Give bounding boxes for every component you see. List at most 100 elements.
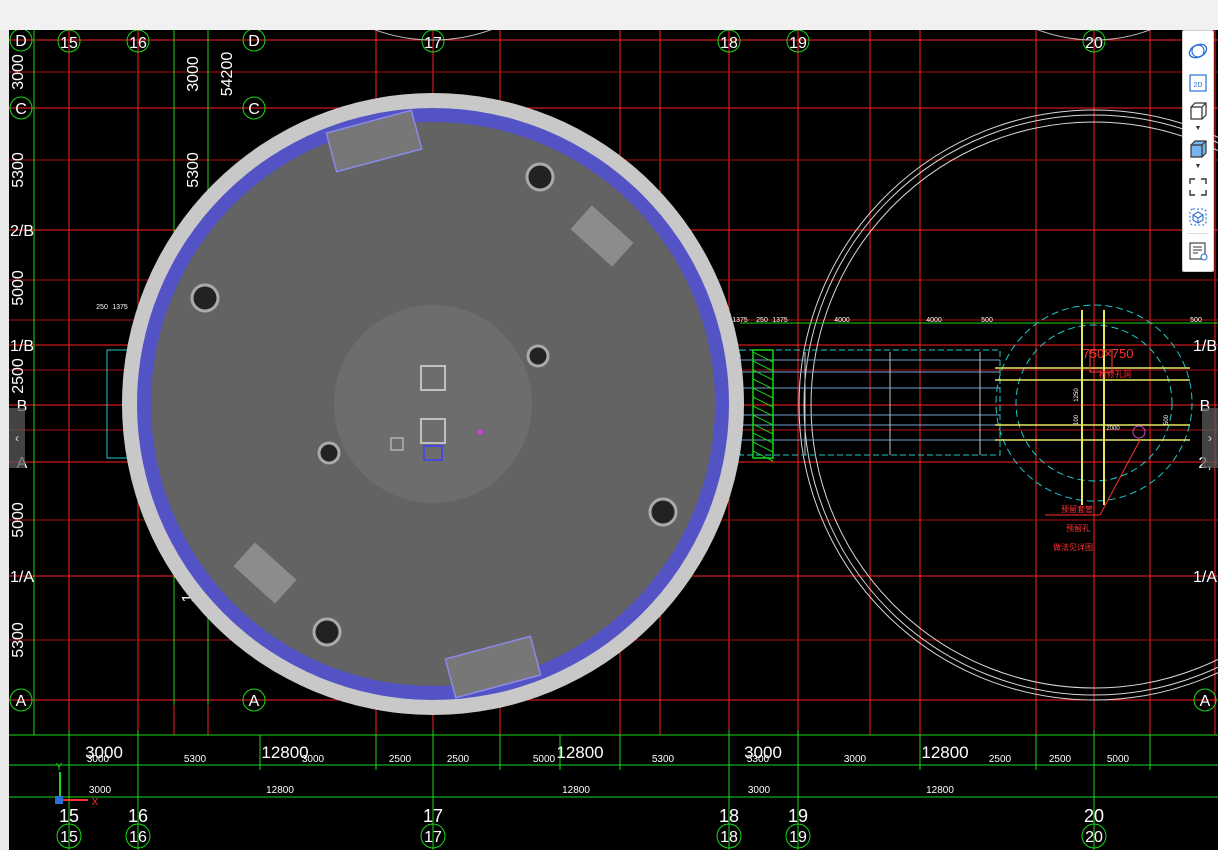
tank-column bbox=[525, 162, 555, 192]
zoom-extents-button[interactable] bbox=[1186, 175, 1210, 199]
bottom-dimension-small: 2500 bbox=[447, 754, 470, 765]
layers-list-icon bbox=[1189, 242, 1208, 261]
tank-outline-top-right bbox=[1036, 30, 1152, 41]
bottom-dimension-small: 5000 bbox=[533, 754, 556, 765]
bottom-dimension-large: 12800 bbox=[556, 743, 603, 762]
drawing-canvas[interactable]: 151515161616171717181818191919202020D DC C… bbox=[9, 30, 1218, 850]
tank-column bbox=[648, 497, 678, 527]
bottom-dimension-small: 3000 bbox=[87, 754, 110, 765]
shaded-cube-icon bbox=[1190, 140, 1207, 158]
left-edge bbox=[0, 30, 9, 850]
bottom-dimension-row2: 12800 bbox=[266, 785, 294, 796]
column-axis-label: 19 bbox=[789, 829, 807, 846]
column-label-bottom: 15 bbox=[59, 806, 79, 826]
leader-line bbox=[1099, 439, 1141, 516]
bottom-dimension-row2: 12800 bbox=[926, 785, 954, 796]
red-note: 预留套管 bbox=[1061, 504, 1093, 514]
pipe-marker bbox=[1132, 425, 1146, 439]
row-label-D: D bbox=[248, 33, 260, 50]
column-axis-label: 18 bbox=[720, 829, 738, 846]
bottom-dimension-small: 2500 bbox=[389, 754, 412, 765]
column-axis-label: 17 bbox=[424, 829, 442, 846]
bottom-dimension-row2: 12800 bbox=[562, 785, 590, 796]
orbit-button[interactable] bbox=[1186, 39, 1210, 63]
view-cube-icon bbox=[1189, 208, 1207, 226]
hatch-line bbox=[752, 441, 774, 453]
tank-column bbox=[317, 441, 341, 465]
view-2d-button[interactable]: 2D bbox=[1186, 71, 1210, 95]
bottom-dimension-small: 3000 bbox=[844, 754, 867, 765]
zoom-extents-icon bbox=[1189, 178, 1207, 196]
bottom-dimension-small: 5300 bbox=[184, 754, 207, 765]
small-dim: 1375 bbox=[112, 304, 128, 311]
left-dimension-text: 2500 bbox=[10, 358, 27, 394]
inner-dimension-text: 3000 bbox=[185, 56, 202, 92]
tank-marker bbox=[477, 429, 483, 435]
tank-column bbox=[190, 283, 220, 313]
tank-column bbox=[526, 344, 550, 368]
previous-page-button[interactable]: ‹ bbox=[9, 408, 25, 468]
column-label-bottom: 17 bbox=[423, 806, 443, 826]
column-axis-label: 16 bbox=[129, 829, 147, 846]
bottom-dimension-small: 3000 bbox=[302, 754, 325, 765]
shaded-button[interactable] bbox=[1186, 137, 1210, 161]
axis-y-label: Y bbox=[56, 762, 63, 773]
tank-center bbox=[334, 305, 532, 503]
small-dim: 100 bbox=[1074, 414, 1080, 425]
column-axis-label: 20 bbox=[1085, 829, 1103, 846]
row-label-A: A bbox=[16, 693, 27, 710]
tank-column bbox=[312, 617, 342, 647]
hatch-line bbox=[752, 432, 774, 444]
cad-viewport[interactable]: 15 15 15 16 16 16 17 17 17 18 18 18 19 19 19 20 20 20 D D C C… bbox=[9, 30, 1218, 850]
red-note: 预留孔 bbox=[1066, 523, 1090, 533]
bottom-dimension-small: 5000 bbox=[1107, 754, 1130, 765]
row-label-A: A bbox=[249, 693, 260, 710]
axis-origin bbox=[55, 796, 63, 804]
row-label-right: 1/B bbox=[1193, 338, 1217, 355]
hatch-line bbox=[752, 450, 774, 462]
wireframe-button[interactable] bbox=[1186, 99, 1210, 123]
inner-dimension-text: 5300 bbox=[185, 152, 202, 188]
small-dim: 2000 bbox=[1106, 426, 1120, 432]
row-label-left: 1/B bbox=[10, 338, 34, 355]
bottom-dimension-row2: 3000 bbox=[748, 785, 771, 796]
row-label-C: C bbox=[248, 101, 260, 118]
view-toolbar: 2D ▼ ▼ bbox=[1182, 30, 1214, 272]
row-label-left: 2/B bbox=[10, 223, 34, 240]
inner-dimension-text: 54200 bbox=[219, 52, 236, 97]
small-dim: 500 bbox=[1164, 414, 1170, 425]
shaded-caret-icon[interactable]: ▼ bbox=[1183, 163, 1213, 171]
bottom-dimension-large: 12800 bbox=[921, 743, 968, 762]
bottom-dimension-small: 5300 bbox=[747, 754, 770, 765]
tank-vent bbox=[420, 365, 446, 391]
layers-button[interactable] bbox=[1186, 239, 1210, 263]
row-label-right: A bbox=[1200, 693, 1211, 710]
bottom-dimension-small: 2500 bbox=[989, 754, 1012, 765]
left-dimension-text: 5000 bbox=[10, 502, 27, 538]
next-page-button[interactable]: › bbox=[1202, 408, 1218, 468]
row-label-C: C bbox=[15, 101, 27, 118]
tank-vent bbox=[420, 418, 446, 444]
bottom-dimension-row2: 3000 bbox=[89, 785, 112, 796]
left-dimension-text: 5300 bbox=[10, 152, 27, 188]
chevron-right-icon: › bbox=[1208, 431, 1212, 445]
row-label-D: D bbox=[15, 33, 27, 50]
bottom-dimension-small: 2500 bbox=[1049, 754, 1072, 765]
chevron-left-icon: ‹ bbox=[15, 431, 19, 445]
top-bar bbox=[0, 0, 1218, 30]
red-size-label: 750×750 bbox=[1083, 346, 1134, 361]
svg-text:2D: 2D bbox=[1194, 82, 1203, 89]
red-note: 检修孔洞 bbox=[1099, 369, 1131, 379]
column-label-bottom: 19 bbox=[788, 806, 808, 826]
view-2d-icon: 2D bbox=[1189, 74, 1207, 92]
wireframe-caret-icon[interactable]: ▼ bbox=[1183, 125, 1213, 133]
view-cube-button[interactable] bbox=[1186, 205, 1210, 229]
bottom-dimension-small: 5300 bbox=[652, 754, 675, 765]
hatch-line bbox=[752, 387, 774, 399]
column-label-bottom: 16 bbox=[128, 806, 148, 826]
left-dimension-text: 5000 bbox=[10, 270, 27, 306]
small-dim: 250 bbox=[96, 304, 108, 311]
column-axis-label: 15 bbox=[60, 829, 78, 846]
row-label-left: 1/A bbox=[10, 569, 34, 586]
orbit-icon bbox=[1188, 43, 1208, 59]
